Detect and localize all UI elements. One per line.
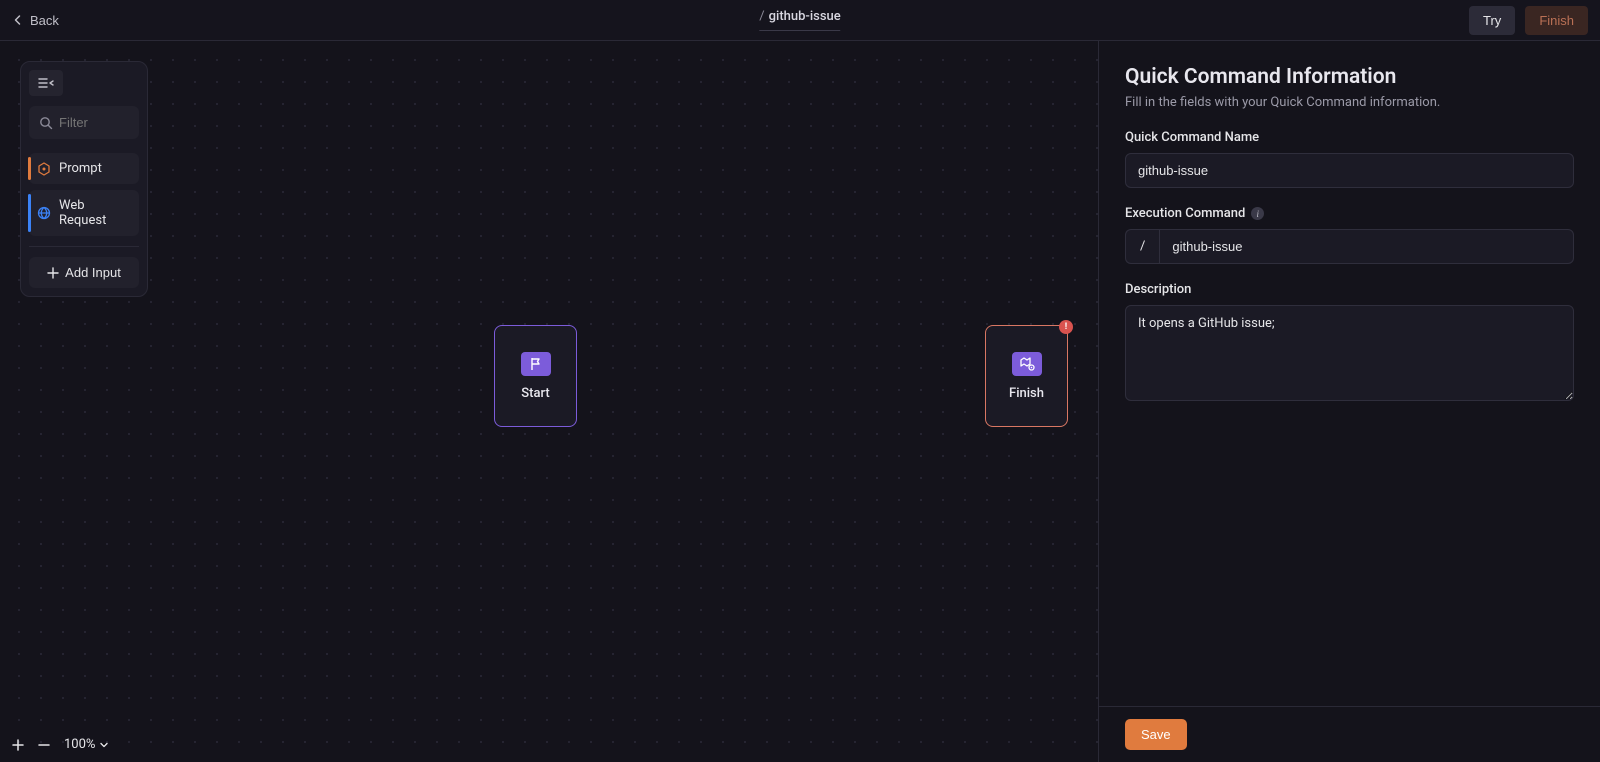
panel-title: Quick Command Information	[1125, 65, 1574, 89]
filter-input[interactable]	[59, 115, 129, 130]
quick-command-name-input[interactable]	[1125, 153, 1574, 188]
node-label: Finish	[1009, 386, 1044, 401]
zoom-level-dropdown[interactable]: 100%	[64, 737, 109, 752]
panel-subtitle: Fill in the fields with your Quick Comma…	[1125, 95, 1574, 110]
node-label: Start	[521, 386, 549, 401]
add-input-label: Add Input	[65, 265, 121, 280]
divider	[29, 246, 139, 247]
zoom-in-button[interactable]	[12, 739, 30, 751]
canvas[interactable]: Prompt Web Request Add Input Start	[0, 41, 1098, 762]
palette-item-prompt[interactable]: Prompt	[29, 153, 139, 184]
exec-prefix: /	[1125, 229, 1159, 264]
collapse-palette-button[interactable]	[29, 70, 63, 96]
title-name: github-issue	[769, 9, 841, 24]
header-title[interactable]: / github-issue	[759, 9, 840, 31]
arrow-left-icon	[12, 14, 24, 26]
prompt-icon	[37, 162, 51, 176]
add-input-button[interactable]: Add Input	[29, 257, 139, 288]
search-icon	[39, 116, 53, 130]
globe-icon	[37, 206, 51, 220]
chevron-down-icon	[99, 740, 109, 750]
filter-box[interactable]	[29, 106, 139, 139]
back-label: Back	[30, 13, 59, 28]
palette-item-label: Prompt	[59, 161, 102, 176]
flag-icon	[521, 352, 551, 376]
alert-badge-icon: !	[1059, 320, 1073, 334]
save-button[interactable]: Save	[1125, 719, 1187, 750]
palette-item-web-request[interactable]: Web Request	[29, 190, 139, 236]
back-button[interactable]: Back	[12, 13, 59, 28]
description-textarea[interactable]	[1125, 305, 1574, 401]
title-slash: /	[759, 9, 764, 24]
palette-item-label: Web Request	[59, 198, 131, 228]
plus-icon	[12, 739, 30, 751]
collapse-icon	[38, 77, 54, 89]
execution-command-input[interactable]	[1159, 229, 1574, 264]
side-panel: Quick Command Information Fill in the fi…	[1098, 41, 1600, 762]
finish-button[interactable]: Finish	[1525, 6, 1588, 35]
minus-icon	[38, 739, 56, 751]
name-field-label: Quick Command Name	[1125, 130, 1574, 145]
zoom-controls: 100%	[12, 737, 109, 752]
target-flag-icon	[1012, 352, 1042, 376]
palette: Prompt Web Request Add Input	[20, 61, 148, 297]
try-button[interactable]: Try	[1469, 6, 1515, 35]
start-node[interactable]: Start	[494, 325, 577, 427]
zoom-out-button[interactable]	[38, 739, 56, 751]
plus-icon	[47, 267, 59, 279]
zoom-level-value: 100%	[64, 737, 95, 752]
description-field-label: Description	[1125, 282, 1574, 297]
exec-field-label: Execution Command i	[1125, 206, 1574, 221]
finish-node[interactable]: ! Finish	[985, 325, 1068, 427]
info-icon[interactable]: i	[1251, 207, 1264, 220]
